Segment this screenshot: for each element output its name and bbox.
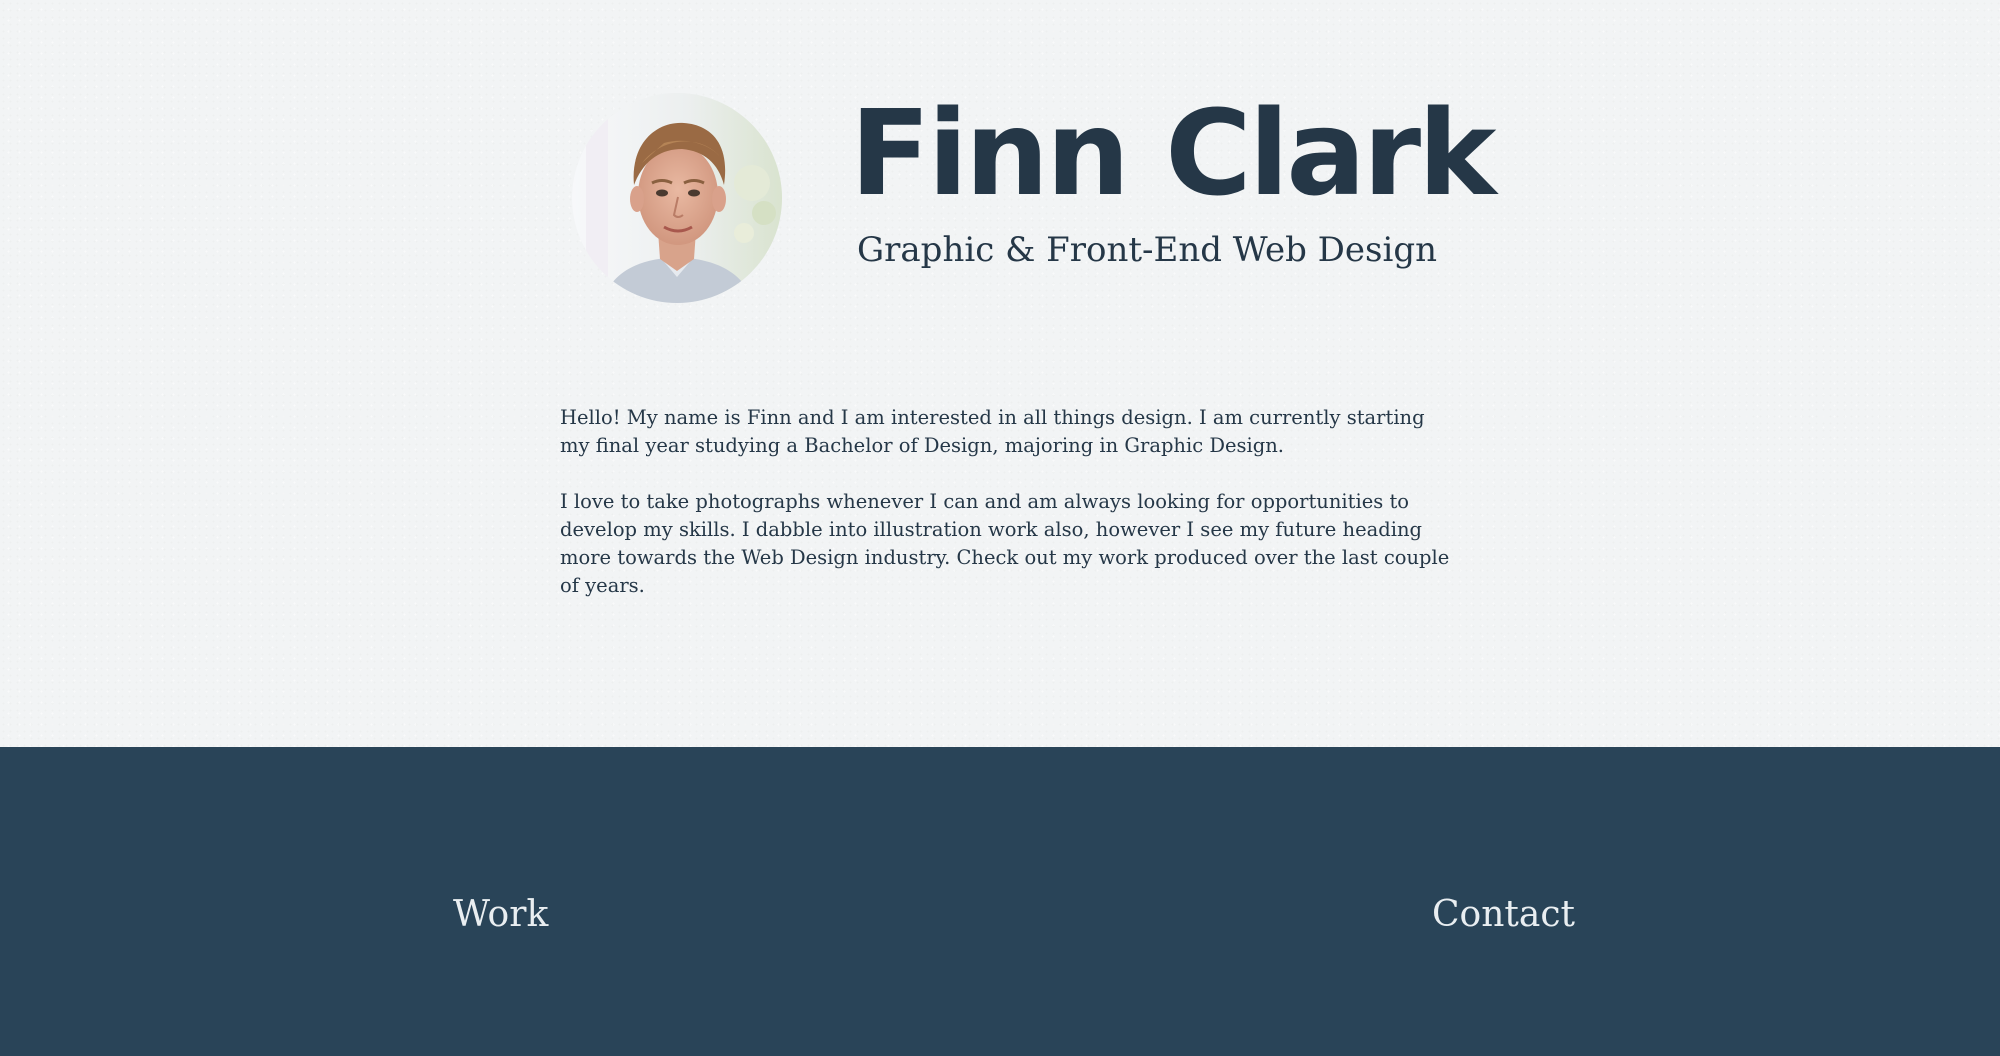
contact-link[interactable]: Contact bbox=[1432, 892, 1575, 938]
page-subtitle: Graphic & Front-End Web Design bbox=[857, 230, 1438, 270]
about-section: Hello! My name is Finn and I am interest… bbox=[560, 404, 1460, 628]
about-paragraph: Hello! My name is Finn and I am interest… bbox=[560, 406, 1425, 457]
avatar bbox=[572, 93, 782, 303]
hero-section: Finn Clark Graphic & Front-End Web Desig… bbox=[0, 0, 2000, 747]
page-title: Finn Clark bbox=[850, 84, 1496, 222]
portrait-photo-icon bbox=[572, 93, 782, 303]
footer-nav: Work Contact bbox=[0, 747, 2000, 1056]
work-link[interactable]: Work bbox=[453, 892, 548, 938]
about-paragraph: I love to take photographs whenever I ca… bbox=[560, 490, 1450, 597]
